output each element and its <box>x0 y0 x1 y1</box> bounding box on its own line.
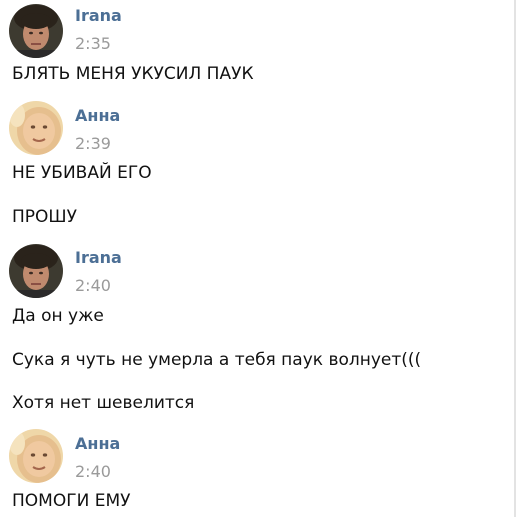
avatar-photo-irana <box>9 4 63 58</box>
message-time: 2:40 <box>75 462 111 481</box>
avatar[interactable] <box>9 429 63 483</box>
message-text: ПРОШУ <box>12 207 77 227</box>
message-text: Хотя нет шевелится <box>12 393 195 413</box>
avatar-photo-irana <box>9 244 63 298</box>
message-text: Сука я чуть не умерла а тебя паук волнуе… <box>12 350 422 370</box>
avatar[interactable] <box>9 244 63 298</box>
avatar[interactable] <box>9 4 63 58</box>
message-text: НЕ УБИВАЙ ЕГО <box>12 163 152 183</box>
message-time: 2:40 <box>75 276 111 295</box>
avatar[interactable] <box>9 101 63 155</box>
author-name[interactable]: Анна <box>75 434 120 453</box>
message-text: ПОМОГИ ЕМУ <box>12 491 131 511</box>
message-text: БЛЯТЬ МЕНЯ УКУСИЛ ПАУК <box>12 64 254 84</box>
author-name[interactable]: Irana <box>75 248 122 267</box>
chat-history: Irana 2:35 БЛЯТЬ МЕНЯ УКУСИЛ ПАУК Анна 2… <box>0 0 514 517</box>
message-time: 2:39 <box>75 134 111 153</box>
author-name[interactable]: Irana <box>75 6 122 25</box>
avatar-photo-anna <box>9 429 63 483</box>
message-text: Да он уже <box>12 306 104 326</box>
author-name[interactable]: Анна <box>75 106 120 125</box>
message-time: 2:35 <box>75 34 111 53</box>
avatar-photo-anna <box>9 101 63 155</box>
